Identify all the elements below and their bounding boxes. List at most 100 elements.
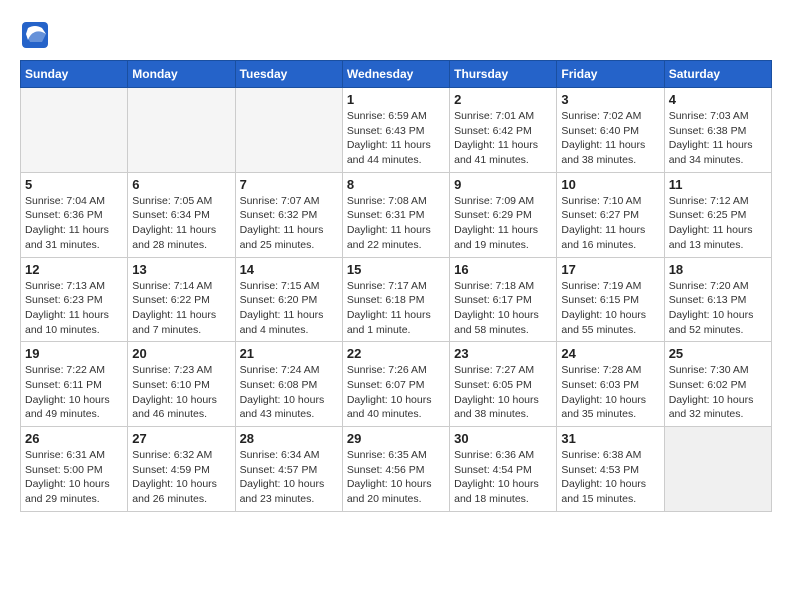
calendar-cell: 3 Sunrise: 7:02 AM Sunset: 6:40 PM Daylig…	[557, 88, 664, 173]
cell-info: Sunrise: 7:15 AM Sunset: 6:20 PM Dayligh…	[240, 279, 338, 338]
calendar-cell: 14 Sunrise: 7:15 AM Sunset: 6:20 PM Dayli…	[235, 257, 342, 342]
cell-info: Sunrise: 6:34 AM Sunset: 4:57 PM Dayligh…	[240, 448, 338, 507]
weekday-header: Friday	[557, 61, 664, 88]
calendar-cell: 11 Sunrise: 7:12 AM Sunset: 6:25 PM Dayli…	[664, 172, 771, 257]
day-number: 13	[132, 262, 230, 277]
day-number: 27	[132, 431, 230, 446]
weekday-header: Tuesday	[235, 61, 342, 88]
calendar-cell: 28 Sunrise: 6:34 AM Sunset: 4:57 PM Dayli…	[235, 427, 342, 512]
day-number: 24	[561, 346, 659, 361]
calendar-week-row: 1Sunrise: 6:59 AM Sunset: 6:43 PM Daylig…	[21, 88, 772, 173]
cell-info: Sunrise: 7:09 AM Sunset: 6:29 PM Dayligh…	[454, 194, 552, 253]
calendar-week-row: 12Sunrise: 7:13 AM Sunset: 6:23 PM Dayli…	[21, 257, 772, 342]
calendar-cell: 15 Sunrise: 7:17 AM Sunset: 6:18 PM Dayli…	[342, 257, 449, 342]
day-number: 31	[561, 431, 659, 446]
calendar-header: SundayMondayTuesdayWednesdayThursdayFrid…	[21, 61, 772, 88]
calendar-cell: 7 Sunrise: 7:07 AM Sunset: 6:32 PM Daylig…	[235, 172, 342, 257]
calendar-week-row: 5 Sunrise: 7:04 AM Sunset: 6:36 PM Daylig…	[21, 172, 772, 257]
calendar-cell: 31Sunrise: 6:38 AM Sunset: 4:53 PM Dayli…	[557, 427, 664, 512]
weekday-header: Wednesday	[342, 61, 449, 88]
cell-info: Sunrise: 7:10 AM Sunset: 6:27 PM Dayligh…	[561, 194, 659, 253]
day-number: 30	[454, 431, 552, 446]
day-number: 3	[561, 92, 659, 107]
weekday-header: Monday	[128, 61, 235, 88]
calendar-cell: 25Sunrise: 7:30 AM Sunset: 6:02 PM Dayli…	[664, 342, 771, 427]
cell-info: Sunrise: 7:08 AM Sunset: 6:31 PM Dayligh…	[347, 194, 445, 253]
day-number: 25	[669, 346, 767, 361]
cell-info: Sunrise: 7:28 AM Sunset: 6:03 PM Dayligh…	[561, 363, 659, 422]
calendar-cell	[235, 88, 342, 173]
cell-info: Sunrise: 7:01 AM Sunset: 6:42 PM Dayligh…	[454, 109, 552, 168]
day-number: 28	[240, 431, 338, 446]
calendar-cell	[128, 88, 235, 173]
day-number: 9	[454, 177, 552, 192]
weekday-header: Sunday	[21, 61, 128, 88]
calendar: SundayMondayTuesdayWednesdayThursdayFrid…	[20, 60, 772, 512]
day-number: 8	[347, 177, 445, 192]
cell-info: Sunrise: 6:31 AM Sunset: 5:00 PM Dayligh…	[25, 448, 123, 507]
cell-info: Sunrise: 7:14 AM Sunset: 6:22 PM Dayligh…	[132, 279, 230, 338]
calendar-cell: 30 Sunrise: 6:36 AM Sunset: 4:54 PM Dayli…	[450, 427, 557, 512]
calendar-cell	[664, 427, 771, 512]
day-number: 5	[25, 177, 123, 192]
calendar-cell: 18 Sunrise: 7:20 AM Sunset: 6:13 PM Dayli…	[664, 257, 771, 342]
calendar-cell: 22 Sunrise: 7:26 AM Sunset: 6:07 PM Dayli…	[342, 342, 449, 427]
calendar-cell: 6Sunrise: 7:05 AM Sunset: 6:34 PM Daylig…	[128, 172, 235, 257]
calendar-cell: 17 Sunrise: 7:19 AM Sunset: 6:15 PM Dayli…	[557, 257, 664, 342]
cell-info: Sunrise: 7:17 AM Sunset: 6:18 PM Dayligh…	[347, 279, 445, 338]
day-number: 7	[240, 177, 338, 192]
day-number: 20	[132, 346, 230, 361]
cell-info: Sunrise: 7:18 AM Sunset: 6:17 PM Dayligh…	[454, 279, 552, 338]
calendar-week-row: 26Sunrise: 6:31 AM Sunset: 5:00 PM Dayli…	[21, 427, 772, 512]
calendar-cell: 8 Sunrise: 7:08 AM Sunset: 6:31 PM Daylig…	[342, 172, 449, 257]
day-number: 2	[454, 92, 552, 107]
cell-info: Sunrise: 7:02 AM Sunset: 6:40 PM Dayligh…	[561, 109, 659, 168]
calendar-cell	[21, 88, 128, 173]
cell-info: Sunrise: 7:12 AM Sunset: 6:25 PM Dayligh…	[669, 194, 767, 253]
calendar-cell: 29 Sunrise: 6:35 AM Sunset: 4:56 PM Dayli…	[342, 427, 449, 512]
calendar-cell: 21 Sunrise: 7:24 AM Sunset: 6:08 PM Dayli…	[235, 342, 342, 427]
calendar-cell: 5 Sunrise: 7:04 AM Sunset: 6:36 PM Daylig…	[21, 172, 128, 257]
cell-info: Sunrise: 7:22 AM Sunset: 6:11 PM Dayligh…	[25, 363, 123, 422]
calendar-cell: 16 Sunrise: 7:18 AM Sunset: 6:17 PM Dayli…	[450, 257, 557, 342]
calendar-cell: 10 Sunrise: 7:10 AM Sunset: 6:27 PM Dayli…	[557, 172, 664, 257]
cell-info: Sunrise: 7:27 AM Sunset: 6:05 PM Dayligh…	[454, 363, 552, 422]
calendar-week-row: 19Sunrise: 7:22 AM Sunset: 6:11 PM Dayli…	[21, 342, 772, 427]
day-number: 6	[132, 177, 230, 192]
cell-info: Sunrise: 7:20 AM Sunset: 6:13 PM Dayligh…	[669, 279, 767, 338]
cell-info: Sunrise: 7:03 AM Sunset: 6:38 PM Dayligh…	[669, 109, 767, 168]
calendar-cell: 20Sunrise: 7:23 AM Sunset: 6:10 PM Dayli…	[128, 342, 235, 427]
day-number: 17	[561, 262, 659, 277]
day-number: 11	[669, 177, 767, 192]
calendar-cell: 1Sunrise: 6:59 AM Sunset: 6:43 PM Daylig…	[342, 88, 449, 173]
day-number: 10	[561, 177, 659, 192]
cell-info: Sunrise: 7:26 AM Sunset: 6:07 PM Dayligh…	[347, 363, 445, 422]
cell-info: Sunrise: 6:32 AM Sunset: 4:59 PM Dayligh…	[132, 448, 230, 507]
calendar-cell: 2 Sunrise: 7:01 AM Sunset: 6:42 PM Daylig…	[450, 88, 557, 173]
calendar-cell: 13 Sunrise: 7:14 AM Sunset: 6:22 PM Dayli…	[128, 257, 235, 342]
calendar-cell: 12Sunrise: 7:13 AM Sunset: 6:23 PM Dayli…	[21, 257, 128, 342]
cell-info: Sunrise: 7:19 AM Sunset: 6:15 PM Dayligh…	[561, 279, 659, 338]
day-number: 12	[25, 262, 123, 277]
day-number: 14	[240, 262, 338, 277]
calendar-cell: 9 Sunrise: 7:09 AM Sunset: 6:29 PM Daylig…	[450, 172, 557, 257]
day-number: 22	[347, 346, 445, 361]
cell-info: Sunrise: 6:36 AM Sunset: 4:54 PM Dayligh…	[454, 448, 552, 507]
calendar-cell: 23Sunrise: 7:27 AM Sunset: 6:05 PM Dayli…	[450, 342, 557, 427]
calendar-cell: 4 Sunrise: 7:03 AM Sunset: 6:38 PM Daylig…	[664, 88, 771, 173]
weekday-header: Thursday	[450, 61, 557, 88]
cell-info: Sunrise: 7:07 AM Sunset: 6:32 PM Dayligh…	[240, 194, 338, 253]
calendar-cell: 19Sunrise: 7:22 AM Sunset: 6:11 PM Dayli…	[21, 342, 128, 427]
day-number: 4	[669, 92, 767, 107]
cell-info: Sunrise: 6:35 AM Sunset: 4:56 PM Dayligh…	[347, 448, 445, 507]
day-number: 29	[347, 431, 445, 446]
cell-info: Sunrise: 7:24 AM Sunset: 6:08 PM Dayligh…	[240, 363, 338, 422]
day-number: 16	[454, 262, 552, 277]
day-number: 1	[347, 92, 445, 107]
day-number: 18	[669, 262, 767, 277]
day-number: 15	[347, 262, 445, 277]
logo-icon	[20, 20, 50, 50]
cell-info: Sunrise: 7:04 AM Sunset: 6:36 PM Dayligh…	[25, 194, 123, 253]
day-number: 21	[240, 346, 338, 361]
weekday-row: SundayMondayTuesdayWednesdayThursdayFrid…	[21, 61, 772, 88]
